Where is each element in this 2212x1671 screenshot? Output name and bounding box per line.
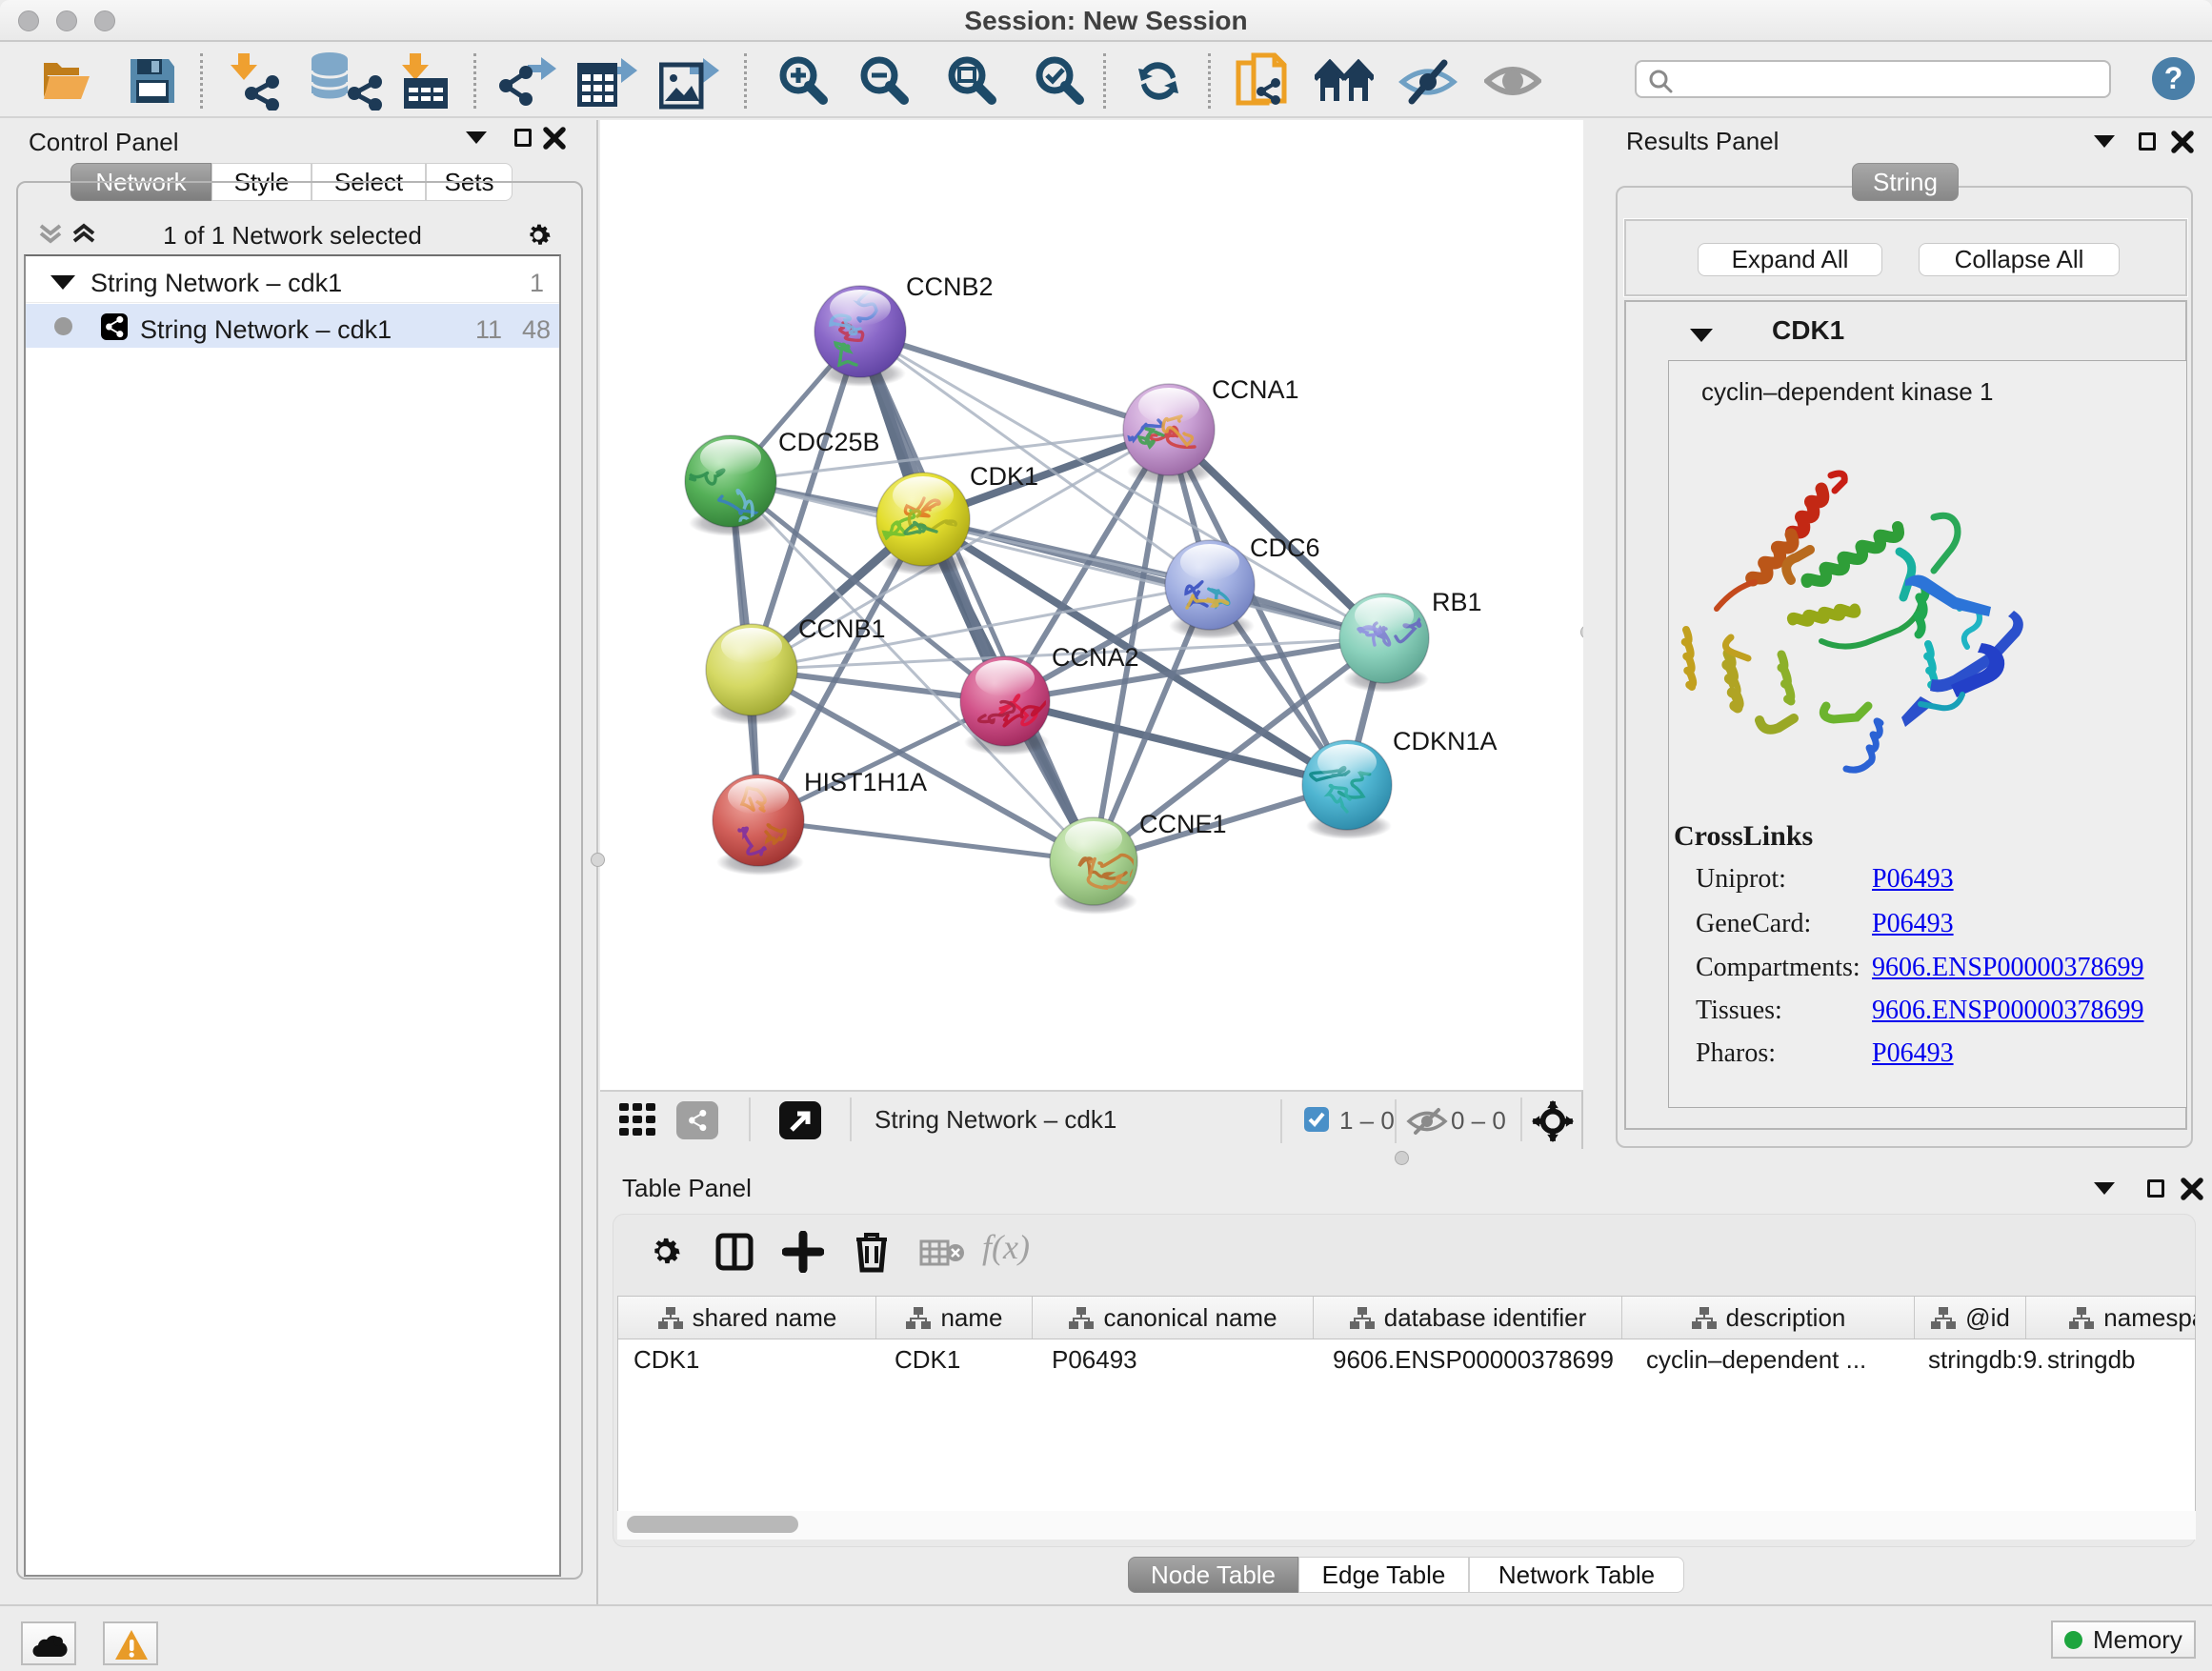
svg-text:CDC6: CDC6 bbox=[1250, 534, 1320, 562]
svg-text:HIST1H1A: HIST1H1A bbox=[804, 768, 927, 796]
svg-text:RB1: RB1 bbox=[1432, 588, 1482, 616]
svg-text:CDC25B: CDC25B bbox=[778, 428, 880, 456]
svg-text:CCNB1: CCNB1 bbox=[798, 614, 886, 643]
svg-text:CCNB2: CCNB2 bbox=[906, 272, 994, 301]
svg-text:CCNA2: CCNA2 bbox=[1052, 643, 1139, 672]
svg-text:CDKN1A: CDKN1A bbox=[1393, 727, 1498, 755]
svg-text:CDK1: CDK1 bbox=[970, 462, 1038, 491]
svg-text:CCNE1: CCNE1 bbox=[1139, 810, 1227, 838]
svg-text:CCNA1: CCNA1 bbox=[1212, 375, 1299, 404]
